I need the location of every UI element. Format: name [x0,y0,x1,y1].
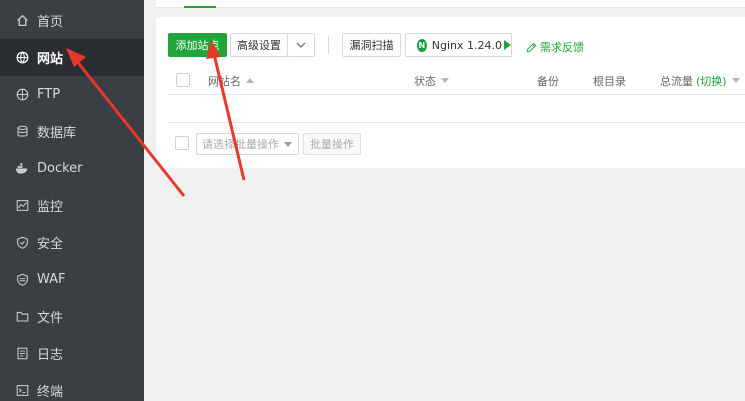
sidebar-item-waf[interactable]: WAF [0,261,144,298]
tab-strip [156,0,745,8]
terminal-icon [14,383,30,399]
column-status-label: 状态 [414,74,436,88]
database-icon [14,124,30,140]
batch-action-button[interactable]: 批量操作 [303,133,361,155]
sidebar-item-label: 网站 [37,52,64,67]
folder-icon [14,309,30,325]
column-backup: 备份 [537,66,559,95]
waf-icon [14,272,30,288]
sidebar-item-label: WAF [37,272,66,287]
sidebar-item-label: 数据库 [37,126,77,141]
sidebar-item-ftp[interactable]: FTP [0,76,144,113]
sidebar-item-logs[interactable]: 日志 [0,335,144,372]
sidebar-item-label: 终端 [37,385,64,400]
sidebar-item-files[interactable]: 文件 [0,298,144,335]
sidebar-item-home[interactable]: 首页 [0,2,144,39]
advanced-dropdown-button[interactable] [287,33,315,57]
play-icon [504,40,511,50]
sidebar-item-label: Docker [37,161,83,176]
sidebar-item-label: 文件 [37,311,64,326]
column-site-name[interactable]: 网站名 [208,66,254,95]
advanced-settings-button[interactable]: 高级设置 [230,33,288,57]
sidebar: 首页 网站 FTP 数据库 Docker 监控 安全 WAF 文件 日志 终端 [0,0,144,401]
home-icon [14,13,30,29]
docker-icon [14,161,30,177]
edit-icon [526,42,537,52]
shield-icon [14,235,30,251]
column-root-label: 根目录 [593,74,626,88]
sort-up-icon [246,78,254,83]
active-tab-indicator [184,6,216,8]
sidebar-item-label: 首页 [37,15,64,30]
sidebar-item-label: 日志 [37,348,64,363]
column-traffic[interactable]: 总流量 (切换) [660,66,740,95]
add-site-button[interactable]: 添加站点 [168,33,227,57]
feedback-link[interactable]: 需求反馈 [526,39,584,55]
monitor-icon [14,198,30,214]
sidebar-item-security[interactable]: 安全 [0,224,144,261]
ftp-globe-icon [14,87,30,103]
toolbar-divider [328,36,329,54]
traffic-switch-link[interactable]: (切换) [696,73,727,89]
sidebar-item-website[interactable]: 网站 [0,39,144,76]
chevron-down-icon [296,42,306,48]
batch-select-checkbox[interactable] [175,136,189,150]
nginx-version-button[interactable]: N Nginx 1.24.0 [405,33,512,57]
globe-icon [14,50,30,66]
site-table-header: 网站名 状态 备份 根目录 总流量 (切换) [168,66,745,95]
batch-select-placeholder: 请选择批量操作 [202,138,279,151]
sidebar-item-docker[interactable]: Docker [0,150,144,187]
batch-action-select[interactable]: 请选择批量操作 [196,133,299,155]
feedback-label: 需求反馈 [540,41,584,54]
caret-down-icon [284,142,292,147]
sidebar-item-label: 监控 [37,200,64,215]
sidebar-item-monitor[interactable]: 监控 [0,187,144,224]
filter-down-icon [731,78,740,83]
column-root-dir: 根目录 [593,66,626,95]
sidebar-item-terminal[interactable]: 终端 [0,372,144,401]
select-all-checkbox[interactable] [176,73,190,87]
nginx-icon: N [417,38,427,52]
site-table-body [168,95,745,123]
sidebar-item-label: 安全 [37,237,64,252]
sidebar-item-database[interactable]: 数据库 [0,113,144,150]
sidebar-item-label: FTP [37,87,61,102]
column-backup-label: 备份 [537,74,559,88]
filter-down-icon [441,78,449,83]
log-icon [14,346,30,362]
column-site-name-label: 网站名 [208,74,241,88]
column-status[interactable]: 状态 [414,66,449,95]
nginx-version-label: Nginx 1.24.0 [431,38,502,52]
vulnerability-scan-button[interactable]: 漏洞扫描 [342,33,401,57]
column-traffic-label: 总流量 [660,74,693,88]
